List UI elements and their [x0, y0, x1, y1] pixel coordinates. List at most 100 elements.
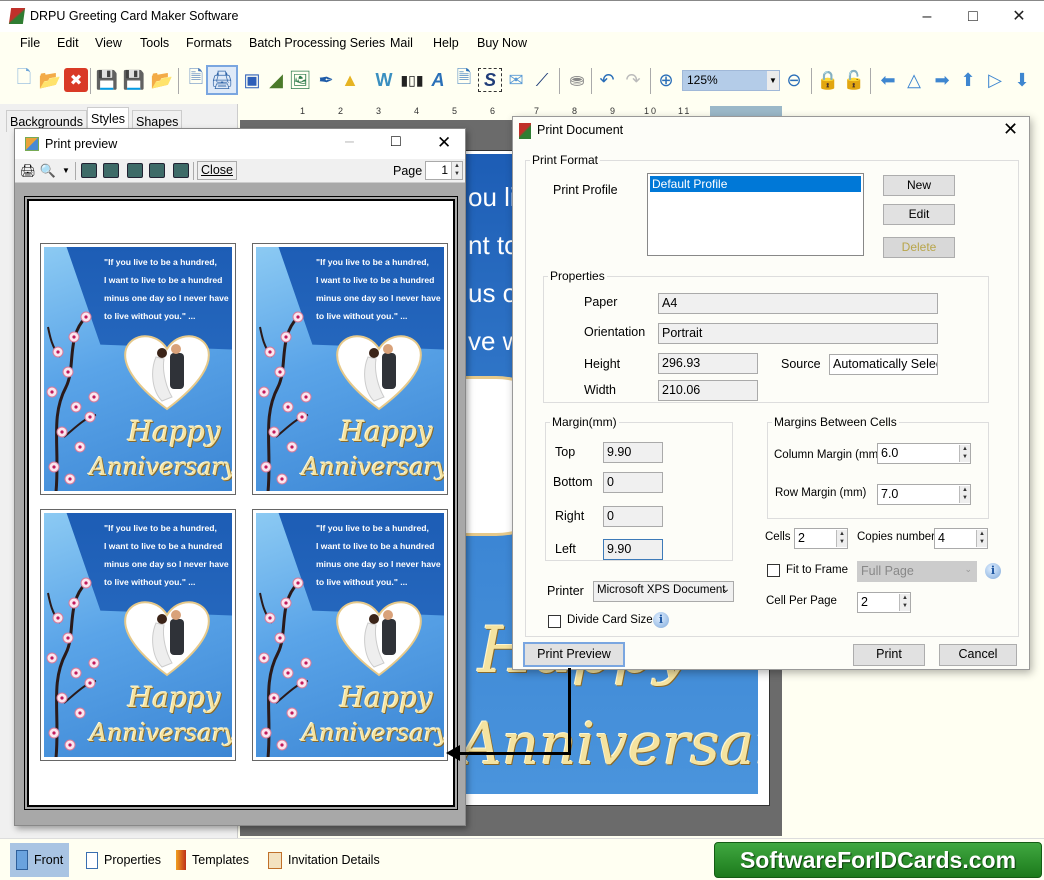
copies-spinner[interactable]: ▲ ▼: [976, 530, 987, 547]
orientation-field[interactable]: Portrait: [658, 323, 938, 344]
undo-icon[interactable]: ↶: [595, 68, 619, 92]
three-pages-icon[interactable]: [127, 163, 143, 178]
close-icon[interactable]: ✕: [437, 133, 451, 153]
lock-icon[interactable]: 🔒: [816, 68, 840, 92]
print-icon[interactable]: 🖨: [19, 162, 37, 180]
fit-to-frame-checkbox[interactable]: [767, 564, 780, 577]
menu-tools[interactable]: Tools: [140, 36, 169, 50]
background-icon[interactable]: ◢: [264, 68, 288, 92]
print-icon[interactable]: 🖨: [206, 65, 238, 95]
select-icon[interactable]: S: [478, 68, 502, 92]
cell-per-page-field[interactable]: 2 ▲ ▼: [857, 592, 911, 613]
watermark-icon[interactable]: W: [372, 68, 396, 92]
page-number-input[interactable]: 1 ▲ ▼: [425, 161, 463, 180]
zoom-level-combo[interactable]: 125% ▼: [682, 70, 780, 91]
word-art-icon[interactable]: 🗎: [452, 67, 476, 92]
delete-profile-button[interactable]: Delete: [883, 237, 955, 258]
top-margin-field[interactable]: 9.90: [603, 442, 663, 463]
menu-view[interactable]: View: [95, 36, 122, 50]
source-field[interactable]: Automatically Selec: [829, 354, 938, 375]
shapes-icon[interactable]: ▲: [338, 68, 362, 92]
unlock-icon[interactable]: 🔓: [842, 68, 866, 92]
new-profile-button[interactable]: New: [883, 175, 955, 196]
menu-edit[interactable]: Edit: [57, 36, 79, 50]
info-icon[interactable]: i: [653, 612, 669, 628]
right-margin-field[interactable]: 0: [603, 506, 663, 527]
move-right-icon[interactable]: ➡: [930, 68, 954, 92]
move-left-icon[interactable]: ⬅: [876, 68, 900, 92]
preview-close-button[interactable]: Close: [197, 161, 237, 180]
chevron-down-icon[interactable]: ▼: [767, 71, 779, 90]
print-profile-list[interactable]: Default Profile: [647, 173, 864, 256]
row-margin-field[interactable]: 7.0 ▲ ▼: [877, 484, 971, 505]
print-button[interactable]: Print: [853, 644, 925, 666]
zoom-icon[interactable]: 🔍: [39, 162, 57, 180]
one-page-icon[interactable]: [81, 163, 97, 178]
barcode-icon[interactable]: ▮▯▮: [400, 68, 424, 92]
zoom-in-icon[interactable]: ⊕: [654, 68, 678, 92]
two-pages-icon[interactable]: [103, 163, 119, 178]
menu-help[interactable]: Help: [433, 36, 459, 50]
cells-spinner[interactable]: ▲ ▼: [836, 530, 847, 547]
move-up-icon[interactable]: ⬆: [956, 68, 980, 92]
maximize-button[interactable]: □: [391, 133, 401, 151]
six-pages-icon[interactable]: [173, 163, 189, 178]
close-file-icon[interactable]: ✖: [64, 68, 88, 92]
signature-pen-icon[interactable]: ✒: [314, 68, 338, 92]
close-icon[interactable]: ✕: [1003, 119, 1018, 140]
tab-templates[interactable]: Templates: [170, 843, 255, 877]
column-margin-field[interactable]: 6.0 ▲ ▼: [877, 443, 971, 464]
edit-profile-button[interactable]: Edit: [883, 204, 955, 225]
zoom-out-icon[interactable]: ⊖: [782, 68, 806, 92]
open-icon[interactable]: 📂: [38, 68, 62, 92]
line-icon[interactable]: ⟋: [530, 68, 554, 92]
menu-batch-processing[interactable]: Batch Processing Series: [249, 36, 385, 50]
profile-list-item[interactable]: Default Profile: [650, 176, 861, 192]
paper-field[interactable]: A4: [658, 293, 938, 314]
maximize-button[interactable]: □: [950, 5, 996, 29]
width-field[interactable]: 210.06: [658, 380, 758, 401]
menu-buy-now[interactable]: Buy Now: [477, 36, 527, 50]
insert-image-icon[interactable]: 🖼: [288, 68, 312, 92]
printer-select[interactable]: Microsoft XPS Document ⌄: [593, 581, 734, 602]
page-spinner[interactable]: ▲ ▼: [451, 162, 462, 179]
close-button[interactable]: ✕: [996, 5, 1042, 29]
tab-front[interactable]: Front: [10, 843, 70, 877]
print-preview-icon[interactable]: 🗎: [184, 67, 208, 92]
chevron-down-icon[interactable]: ▼: [57, 162, 75, 180]
bottom-margin-field[interactable]: 0: [603, 472, 663, 493]
menu-mail[interactable]: Mail: [390, 36, 413, 50]
menu-file[interactable]: File: [20, 36, 40, 50]
move-down-icon[interactable]: ⬇: [1010, 68, 1034, 92]
four-pages-icon[interactable]: [149, 163, 165, 178]
export-icon[interactable]: 📂: [150, 68, 174, 92]
text-icon[interactable]: A: [426, 68, 450, 92]
cancel-button[interactable]: Cancel: [939, 644, 1017, 666]
fit-option-select[interactable]: Full Page ⌄: [857, 561, 977, 582]
left-margin-field[interactable]: 9.90: [603, 539, 663, 560]
email-icon[interactable]: ✉: [504, 68, 528, 92]
tab-invitation-details[interactable]: Invitation Details: [262, 843, 386, 877]
row-margin-spinner[interactable]: ▲ ▼: [959, 486, 970, 503]
cell-per-page-spinner[interactable]: ▲ ▼: [899, 594, 910, 611]
new-icon[interactable]: 🗋: [12, 67, 36, 92]
flip-horizontal-icon[interactable]: △: [902, 68, 926, 92]
cells-field[interactable]: 2 ▲ ▼: [794, 528, 848, 549]
flip-vertical-icon[interactable]: ▷: [983, 68, 1007, 92]
minimize-button[interactable]: –: [904, 5, 950, 29]
column-margin-spinner[interactable]: ▲ ▼: [959, 445, 970, 462]
copy-design-icon[interactable]: ▣: [240, 68, 264, 92]
database-icon[interactable]: ⛂: [565, 68, 589, 92]
redo-icon[interactable]: ↷: [621, 68, 645, 92]
save-icon[interactable]: 💾: [95, 68, 119, 92]
tab-properties[interactable]: Properties: [80, 843, 167, 877]
copies-number-field[interactable]: 4 ▲ ▼: [934, 528, 988, 549]
ruler-scrollbar[interactable]: [710, 106, 782, 116]
menu-formats[interactable]: Formats: [186, 36, 232, 50]
height-field[interactable]: 296.93: [658, 353, 758, 374]
print-preview-button[interactable]: Print Preview: [523, 642, 625, 667]
divide-card-size-checkbox[interactable]: [548, 615, 561, 628]
info-icon[interactable]: i: [985, 563, 1001, 579]
save-as-icon[interactable]: 💾: [122, 68, 146, 92]
minimize-button[interactable]: –: [345, 133, 354, 151]
